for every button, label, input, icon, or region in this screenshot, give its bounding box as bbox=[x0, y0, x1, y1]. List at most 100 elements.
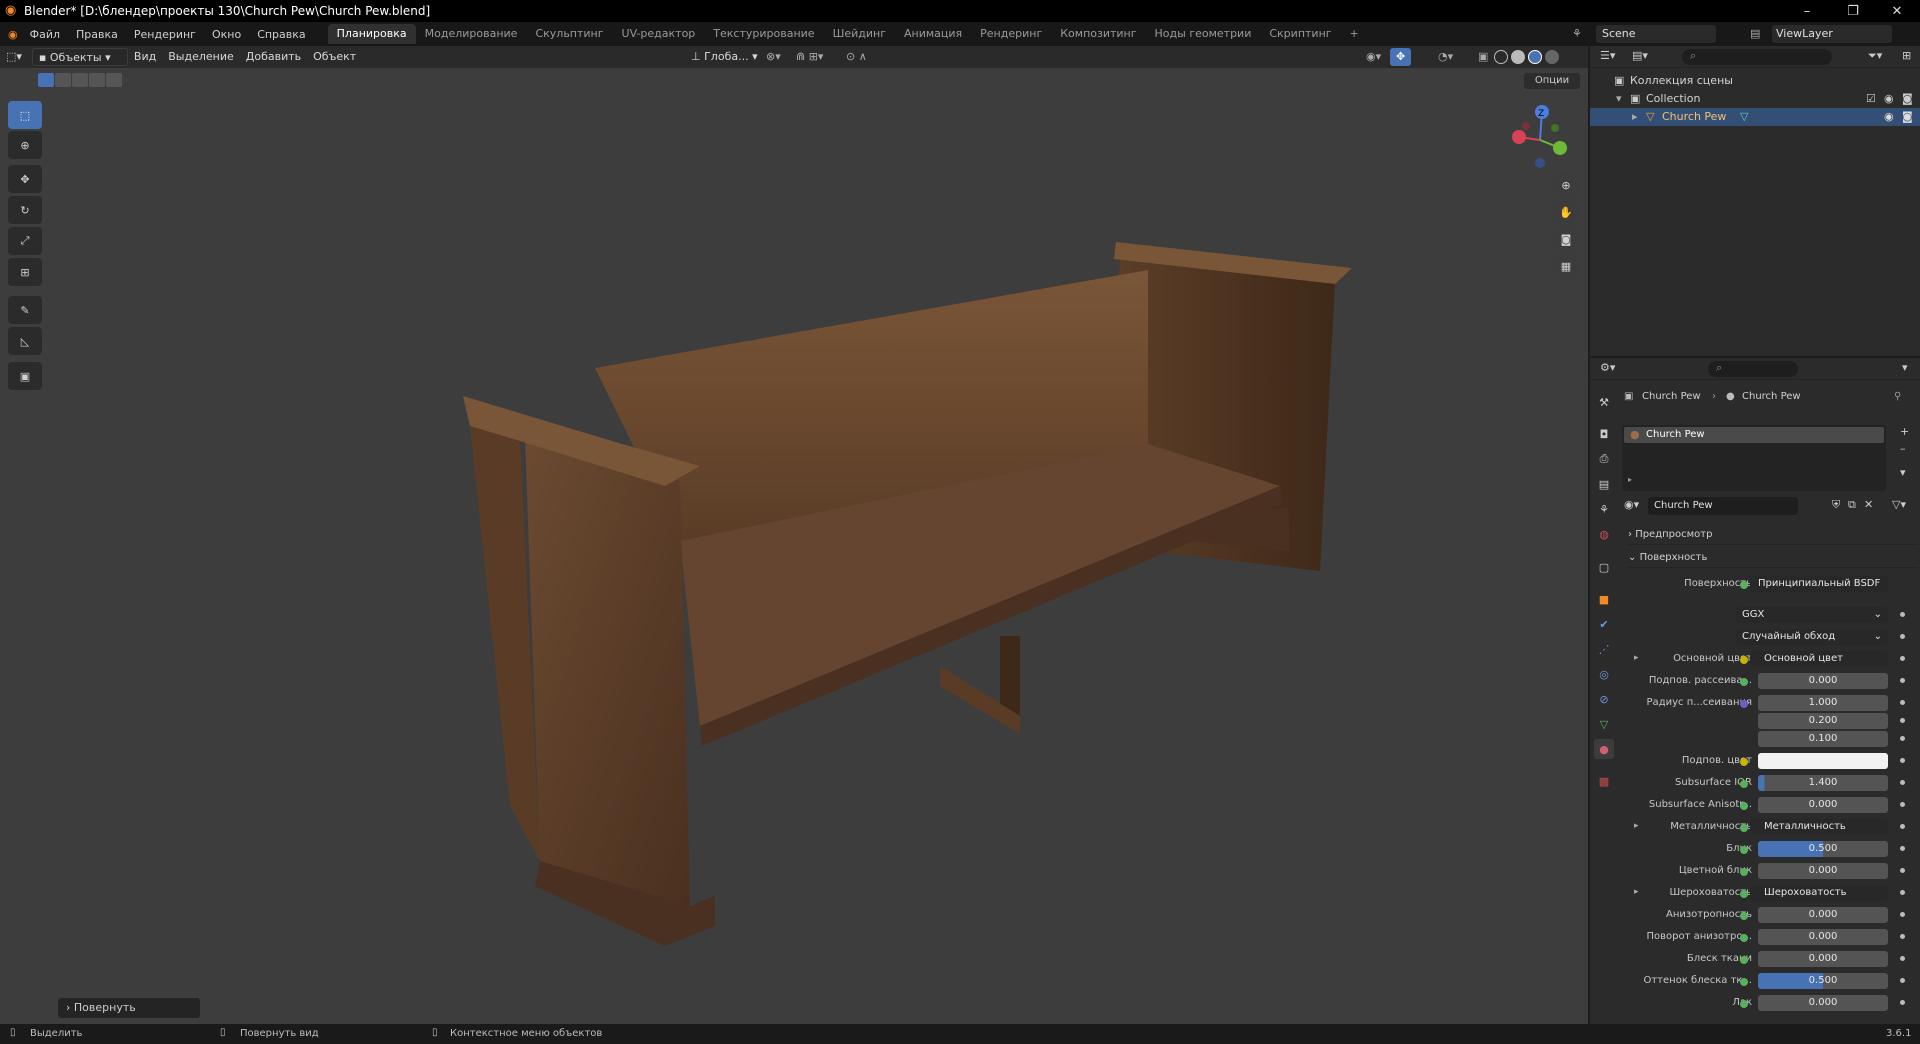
display-mode-icon[interactable]: ▤▾ bbox=[1632, 49, 1648, 62]
keyframe-dot[interactable] bbox=[1900, 634, 1905, 639]
output-tab[interactable]: ⎙ bbox=[1594, 449, 1614, 469]
property-value-field[interactable]: Шероховатость bbox=[1750, 885, 1888, 901]
pin-icon[interactable]: ⚲ bbox=[1894, 391, 1901, 402]
keyframe-dot[interactable] bbox=[1900, 1000, 1905, 1005]
keyframe-dot[interactable] bbox=[1900, 956, 1905, 961]
tab-texture-paint[interactable]: Текстурирование bbox=[704, 24, 823, 44]
pivot-icon[interactable]: ⊗▾ bbox=[760, 48, 787, 66]
socket-dot[interactable] bbox=[1740, 581, 1748, 589]
expand-arrow-icon[interactable]: ▸ bbox=[1634, 821, 1639, 831]
socket-dot[interactable] bbox=[1740, 700, 1748, 708]
menu-add[interactable]: Добавить bbox=[240, 48, 307, 66]
gizmo-toggle-icon[interactable]: ✥ bbox=[1390, 48, 1412, 66]
navigation-gizmo[interactable]: Z bbox=[1505, 103, 1575, 168]
menu-edit[interactable]: Правка bbox=[68, 28, 126, 41]
transform-tool[interactable]: ⊞ bbox=[8, 258, 42, 286]
socket-dot[interactable] bbox=[1740, 978, 1748, 986]
outliner-row-scene-collection[interactable]: ▣ Коллекция сцены bbox=[1590, 72, 1920, 90]
property-value-field[interactable]: 0.200 bbox=[1758, 713, 1888, 729]
outliner-row-church-pew[interactable]: ▸ ▽ Church Pew ▽ ◉ ◙ bbox=[1590, 108, 1920, 126]
eye-icon[interactable]: ◉ bbox=[1884, 90, 1894, 108]
socket-dot[interactable] bbox=[1740, 678, 1748, 686]
texture-tab[interactable]: ▩ bbox=[1594, 771, 1614, 791]
expand-arrow-icon[interactable]: ▸ bbox=[1634, 887, 1639, 897]
camera-render-icon[interactable]: ◙ bbox=[1902, 90, 1913, 108]
proportional-edit-icon[interactable]: ⊙ ∧ bbox=[840, 48, 873, 66]
view-layer-tab[interactable]: ▤ bbox=[1594, 474, 1614, 494]
tool-tab[interactable]: ⚒ bbox=[1594, 392, 1614, 412]
close-button[interactable]: ✕ bbox=[1874, 0, 1920, 22]
tab-modeling[interactable]: Моделирование bbox=[416, 24, 527, 44]
keyframe-dot[interactable] bbox=[1900, 868, 1905, 873]
new-collection-icon[interactable]: ⊞ bbox=[1902, 49, 1911, 62]
outliner-editor-icon[interactable]: ☰▾ bbox=[1600, 49, 1615, 62]
socket-dot[interactable] bbox=[1740, 656, 1748, 664]
property-value-field[interactable]: 0.000 bbox=[1758, 907, 1888, 923]
keyframe-dot[interactable] bbox=[1900, 656, 1905, 661]
keyframe-dot[interactable] bbox=[1900, 700, 1905, 705]
rotate-tool[interactable]: ↻ bbox=[8, 196, 42, 224]
zoom-button[interactable]: ⊕ bbox=[1553, 172, 1579, 198]
render-tab[interactable]: ◘ bbox=[1594, 424, 1614, 444]
scene-selector[interactable]: Scene bbox=[1596, 25, 1716, 43]
church-pew-model[interactable] bbox=[0, 46, 1588, 1024]
snap-icon[interactable]: ⋒ ⊞▾ bbox=[790, 48, 829, 66]
move-tool[interactable]: ✥ bbox=[8, 165, 42, 193]
tab-rendering[interactable]: Рендеринг bbox=[971, 24, 1051, 44]
tab-layout[interactable]: Планировка bbox=[327, 24, 416, 44]
scale-tool[interactable]: ⤢ bbox=[8, 227, 42, 255]
keyframe-dot[interactable] bbox=[1900, 718, 1905, 723]
xray-icon[interactable]: ▣ bbox=[1472, 48, 1494, 66]
add-cube-tool[interactable]: ▣ bbox=[8, 362, 42, 390]
keyframe-dot[interactable] bbox=[1900, 846, 1905, 851]
keyframe-dot[interactable] bbox=[1900, 824, 1905, 829]
overlay-icon[interactable]: ◔▾ bbox=[1432, 48, 1459, 66]
select-intersect-icon[interactable] bbox=[106, 73, 122, 87]
socket-dot[interactable] bbox=[1740, 912, 1748, 920]
particles-tab[interactable]: ⋰ bbox=[1594, 639, 1614, 659]
socket-dot[interactable] bbox=[1740, 758, 1748, 766]
property-value-field[interactable] bbox=[1758, 753, 1888, 769]
exclude-checkbox[interactable]: ☑ bbox=[1866, 90, 1876, 108]
property-value-field[interactable]: 0.000 bbox=[1758, 995, 1888, 1011]
property-value-field[interactable]: 1.000 bbox=[1758, 695, 1888, 711]
material-tab[interactable]: ● bbox=[1594, 739, 1614, 759]
rendered-shading-icon[interactable] bbox=[1545, 50, 1559, 64]
keyframe-dot[interactable] bbox=[1900, 934, 1905, 939]
tab-compositing[interactable]: Композитинг bbox=[1051, 24, 1145, 44]
options-dropdown[interactable]: Опции bbox=[1524, 73, 1580, 89]
scene-tab[interactable]: ⚘ bbox=[1594, 499, 1614, 519]
collection-tab[interactable]: ▢ bbox=[1594, 557, 1614, 577]
socket-dot[interactable] bbox=[1740, 934, 1748, 942]
editor-type-icon[interactable]: ⬚▾ bbox=[0, 48, 28, 66]
property-value-field[interactable]: 0.000 bbox=[1758, 673, 1888, 689]
preview-panel-header[interactable]: › Предпросмотр bbox=[1628, 525, 1918, 545]
socket-dot[interactable] bbox=[1740, 890, 1748, 898]
unlink-icon[interactable]: ✕ bbox=[1864, 498, 1873, 511]
surface-shader-dropdown[interactable]: Принципиальный BSDF bbox=[1750, 576, 1888, 592]
add-slot-button[interactable]: + bbox=[1900, 425, 1909, 438]
solid-shading-icon[interactable] bbox=[1511, 50, 1525, 64]
cursor-tool[interactable]: ⊕ bbox=[8, 131, 42, 159]
select-new-icon[interactable] bbox=[38, 73, 54, 87]
material-preview-icon[interactable] bbox=[1528, 50, 1542, 64]
add-workspace-button[interactable]: + bbox=[1341, 24, 1368, 44]
keyframe-dot[interactable] bbox=[1900, 780, 1905, 785]
socket-dot[interactable] bbox=[1740, 1000, 1748, 1008]
material-link-icon[interactable]: ▽▾ bbox=[1892, 498, 1906, 511]
menu-help[interactable]: Справка bbox=[249, 28, 313, 41]
property-value-field[interactable]: 0.000 bbox=[1758, 951, 1888, 967]
visibility-icon[interactable]: ◉▾ bbox=[1360, 48, 1387, 66]
property-value-field[interactable]: 0.500 bbox=[1758, 973, 1888, 989]
select-invert-icon[interactable] bbox=[89, 73, 105, 87]
property-value-field[interactable]: 0.000 bbox=[1758, 929, 1888, 945]
keyframe-dot[interactable] bbox=[1900, 978, 1905, 983]
duplicate-icon[interactable]: ⧉ bbox=[1848, 498, 1856, 512]
annotate-tool[interactable]: ✎ bbox=[8, 296, 42, 324]
tab-shading[interactable]: Шейдинг bbox=[824, 24, 895, 44]
menu-view[interactable]: Вид bbox=[128, 48, 162, 66]
filter-icon[interactable]: ⏷▾ bbox=[1868, 49, 1882, 63]
menu-render[interactable]: Рендеринг bbox=[126, 28, 204, 41]
data-tab[interactable]: ▽ bbox=[1594, 714, 1614, 734]
keyframe-dot[interactable] bbox=[1900, 802, 1905, 807]
